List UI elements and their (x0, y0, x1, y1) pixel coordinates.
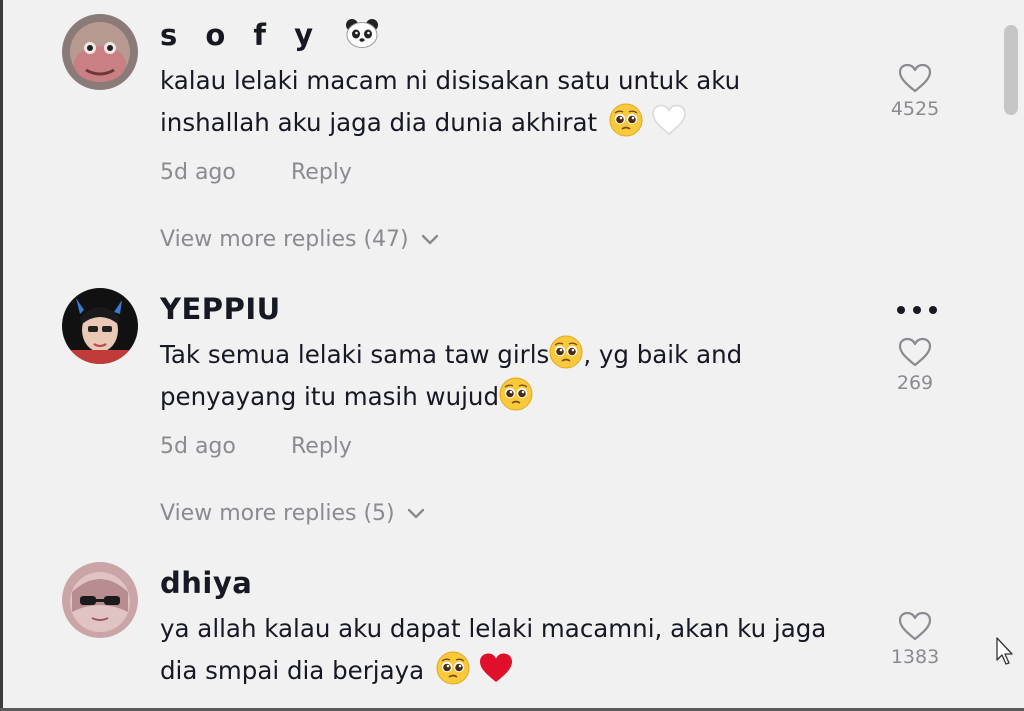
pleading-face-emoji (609, 103, 643, 137)
scrollbar[interactable] (1004, 0, 1018, 711)
chevron-down-icon (421, 234, 439, 246)
like-button[interactable]: 1383 (884, 610, 946, 668)
comment-text-line: dia smpai dia berjaya (160, 650, 514, 692)
dot (929, 306, 937, 314)
comment-text-line: Tak semua lelaki sama taw girls , yg baik… (160, 334, 742, 376)
heart-icon[interactable] (897, 610, 933, 642)
panda-face-icon (346, 19, 379, 48)
avatar[interactable] (62, 288, 138, 364)
dot (913, 306, 921, 314)
red-heart-emoji (479, 653, 512, 682)
pleading-face-emoji (499, 377, 533, 411)
comment-text: penyayang itu masih wujud (160, 382, 499, 411)
comment-text: inshallah aku jaga dia dunia akhirat (160, 108, 598, 137)
dot (897, 306, 905, 314)
comment-text: Tak semua lelaki sama taw girls (160, 340, 550, 369)
pleading-face-emoji (436, 651, 470, 685)
comment-text-line: kalau lelaki macam ni disisakan satu unt… (160, 66, 741, 95)
reply-button[interactable]: Reply (291, 434, 352, 459)
comment-username[interactable]: YEPPIU (160, 292, 281, 326)
avatar[interactable] (62, 14, 138, 90)
pleading-face-emoji (549, 335, 583, 369)
comment-text-line: ya allah kalau aku dapat lelaki macamni,… (160, 614, 827, 643)
like-count: 1383 (890, 646, 940, 668)
view-more-replies-button[interactable]: View more replies (47) (160, 227, 439, 252)
avatar[interactable] (62, 562, 138, 638)
comment-time: 5d ago (160, 160, 236, 185)
comment-meta: 5d ago Reply (160, 160, 352, 185)
view-more-replies-label[interactable]: View more replies (47) (160, 227, 409, 252)
like-button[interactable]: 269 (884, 336, 946, 394)
comment-text: dia smpai dia berjaya (160, 656, 425, 685)
mouse-cursor-icon (996, 637, 1013, 665)
scrollbar-thumb[interactable] (1004, 25, 1018, 115)
comment-username[interactable]: dhiya (160, 566, 252, 600)
heart-icon[interactable] (897, 336, 933, 368)
heart-icon[interactable] (897, 62, 933, 94)
window-left-edge (0, 0, 3, 711)
comment-text-line: inshallah aku jaga dia dunia akhirat (160, 102, 687, 144)
chevron-down-icon (407, 508, 425, 520)
view-more-replies-label[interactable]: View more replies (5) (160, 501, 395, 526)
like-count: 269 (896, 372, 934, 394)
view-more-replies-button[interactable]: View more replies (5) (160, 501, 425, 526)
comment-text-line: penyayang itu masih wujud (160, 376, 533, 418)
like-button[interactable]: 4525 (884, 62, 946, 120)
like-count: 4525 (890, 98, 940, 120)
comment-time: 5d ago (160, 434, 236, 459)
username-text[interactable]: s o f y (160, 18, 322, 52)
white-heart-emoji (651, 104, 686, 135)
comment-text: , yg baik and (583, 340, 743, 369)
comment-meta: 5d ago Reply (160, 434, 352, 459)
more-options-icon[interactable] (897, 306, 937, 316)
reply-button[interactable]: Reply (291, 160, 352, 185)
comment-username[interactable]: s o f y (160, 18, 379, 52)
